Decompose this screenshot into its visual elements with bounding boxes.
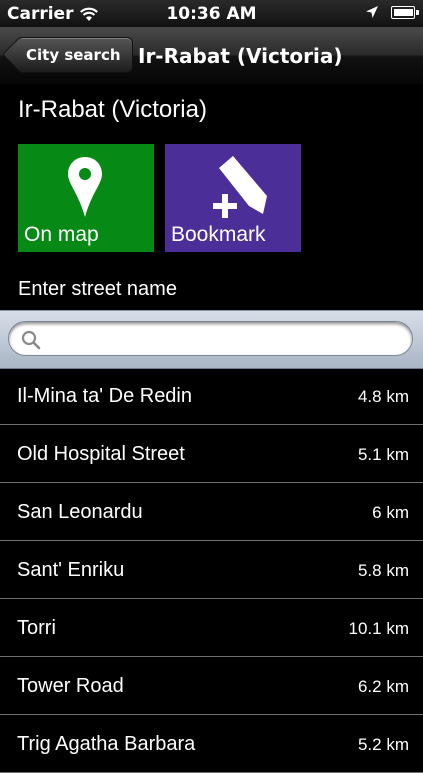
page-title: Ir-Rabat (Victoria): [18, 96, 207, 123]
street-distance: 5.1 km: [357, 445, 409, 464]
status-bar: Carrier 10:36 AM: [0, 0, 423, 27]
list-item[interactable]: Old Hospital Street 5.1 km: [0, 425, 423, 483]
bookmark-label: Bookmark: [171, 223, 266, 246]
street-name: Trig Agatha Barbara: [17, 733, 196, 755]
street-name: Old Hospital Street: [17, 443, 185, 465]
location-arrow-icon: [366, 6, 378, 18]
list-item[interactable]: Tower Road 6.2 km: [0, 657, 423, 715]
on-map-label: On map: [24, 223, 99, 246]
list-item[interactable]: Sant' Enriku 5.8 km: [0, 541, 423, 599]
status-time: 10:36 AM: [166, 4, 257, 24]
street-distance: 6 km: [372, 503, 409, 522]
street-search-label: Enter street name: [18, 278, 177, 300]
street-name: San Leonardu: [17, 501, 143, 523]
street-name: Sant' Enriku: [17, 559, 125, 581]
street-name: Torri: [17, 617, 56, 639]
street-distance: 5.2 km: [357, 735, 409, 754]
navigation-bar: City search Ir-Rabat (Victoria): [0, 27, 423, 85]
list-item[interactable]: Il-Mina ta' De Redin 4.8 km: [0, 367, 423, 425]
on-map-button[interactable]: On map: [18, 144, 154, 252]
list-item[interactable]: Torri 10.1 km: [0, 599, 423, 657]
map-pin-icon: [68, 157, 102, 217]
search-icon: [21, 330, 41, 350]
bookmark-button[interactable]: Bookmark: [165, 144, 301, 252]
street-distance: 6.2 km: [357, 677, 409, 696]
bookmark-add-icon: [213, 156, 267, 218]
battery-level: [394, 8, 413, 16]
street-list: Il-Mina ta' De Redin 4.8 km Old Hospital…: [0, 367, 423, 773]
street-distance: 5.8 km: [357, 561, 409, 580]
back-button[interactable]: City search: [6, 37, 133, 73]
list-item[interactable]: San Leonardu 6 km: [0, 483, 423, 541]
street-distance: 4.8 km: [357, 387, 409, 406]
search-field[interactable]: [8, 321, 413, 356]
nav-title: Ir-Rabat (Victoria): [138, 44, 343, 68]
search-bar: [0, 310, 423, 369]
list-item[interactable]: Trig Agatha Barbara 5.2 km: [0, 715, 423, 773]
battery-icon: [391, 5, 419, 19]
street-distance: 10.1 km: [348, 619, 409, 638]
search-input[interactable]: [49, 325, 403, 354]
street-name: Tower Road: [17, 675, 124, 697]
back-button-label: City search: [26, 46, 121, 64]
street-name: Il-Mina ta' De Redin: [17, 385, 192, 407]
